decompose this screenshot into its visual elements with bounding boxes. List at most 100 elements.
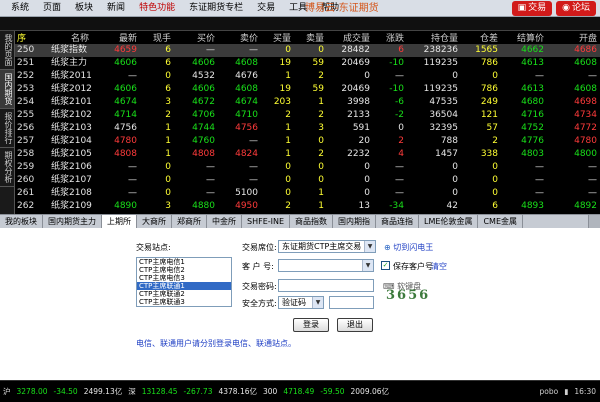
quote-cell-volume: 0 bbox=[364, 71, 370, 81]
column-header[interactable]: 买价 bbox=[174, 31, 218, 44]
quote-cell-oi: 119235 bbox=[423, 58, 458, 68]
exchange-tab[interactable]: 我的板块 bbox=[0, 215, 43, 228]
column-header[interactable]: 名称 bbox=[45, 31, 103, 44]
column-header[interactable]: 现手 bbox=[140, 31, 174, 44]
quote-row[interactable]: 254 纸浆2101 4674 3 4672 4674 203 1 3998 -6 47535 249… bbox=[15, 96, 600, 109]
quote-cell-last: 4756 bbox=[114, 123, 137, 133]
menu-item[interactable]: 页面 bbox=[36, 0, 68, 17]
quote-cell-settle: 4716 bbox=[521, 110, 544, 120]
menu-item[interactable]: 新闻 bbox=[100, 0, 132, 17]
site-item[interactable]: CTP主席电信1 bbox=[137, 258, 231, 266]
password-input[interactable] bbox=[278, 279, 374, 292]
column-header[interactable]: 成交量 bbox=[327, 31, 373, 44]
chevron-down-icon: ▼ bbox=[364, 241, 375, 252]
quote-cell-volume: 0 bbox=[364, 188, 370, 198]
quote-row[interactable]: 250 纸浆指数 4659 6— —0 0 28482 6 238236 1565 4662 4686 bbox=[15, 44, 600, 57]
site-item[interactable]: CTP主席联通1 bbox=[137, 282, 231, 290]
quote-cell-seq: 254 bbox=[17, 97, 35, 107]
side-tab[interactable]: 报价排行 bbox=[0, 109, 14, 148]
site-item[interactable]: CTP主席电信3 bbox=[137, 274, 231, 282]
site-item[interactable]: CTP主席联通3 bbox=[137, 298, 231, 306]
quote-cell-volume: 2133 bbox=[347, 110, 370, 120]
login-button[interactable]: 登录 bbox=[293, 318, 329, 332]
security-select[interactable]: 验证码 ▼ bbox=[278, 296, 324, 309]
column-header[interactable]: 最新 bbox=[103, 31, 140, 44]
exchange-tab[interactable]: 郑商所 bbox=[172, 215, 207, 228]
column-header[interactable]: 卖价 bbox=[218, 31, 261, 44]
quote-cell-ask: 5100 bbox=[235, 188, 258, 198]
account-input[interactable]: ▼ bbox=[278, 259, 374, 272]
column-header[interactable]: 开盘 bbox=[547, 31, 600, 44]
menu-item[interactable]: 东证期货专栏 bbox=[182, 0, 250, 17]
clear-link[interactable]: 清空 bbox=[431, 261, 447, 272]
exchange-tab[interactable]: LME伦敦金属 bbox=[419, 215, 479, 228]
quote-cell-settle: 4776 bbox=[521, 136, 544, 146]
quote-cell-volume: 20469 bbox=[341, 84, 370, 94]
quote-row[interactable]: 261 纸浆2108 — 0 — 5100 0 1 0 — 0 0 — — bbox=[15, 187, 600, 200]
quote-row[interactable]: 258 纸浆2105 4808 1 4808 4824 1 2 2232 4 1457 338 4803… bbox=[15, 148, 600, 161]
password-label: 交易密码: bbox=[242, 282, 277, 291]
column-header[interactable]: 涨跌 bbox=[373, 31, 407, 44]
quote-cell-vol-now: 1 bbox=[165, 136, 171, 146]
exchange-tab[interactable]: 国内期指 bbox=[333, 215, 377, 228]
exchange-tab[interactable]: SHFE-INE bbox=[242, 215, 291, 228]
quote-cell-last: 4606 bbox=[114, 58, 137, 68]
site-item[interactable]: CTP主席电信2 bbox=[137, 266, 231, 274]
site-list[interactable]: CTP主席电信1 CTP主席电信2 CTP主席电信3 CTP主席联通1 CTP主席联通2… bbox=[136, 257, 232, 307]
column-header[interactable]: 结算价 bbox=[501, 31, 547, 44]
side-tabs: 我的页面 国内期货 报价排行 期权分析 bbox=[0, 31, 15, 214]
quote-row[interactable]: 257 纸浆2104 4780 1 4760 — 1 0 20 2 788 2 4776 4780 bbox=[15, 135, 600, 148]
site-item[interactable]: CTP主席联通2 bbox=[137, 290, 231, 298]
quote-row[interactable]: 251 纸浆主力 4606 6 4606 4608 19 59 20469 -10 119235 78… bbox=[15, 57, 600, 70]
quote-cell-change: -6 bbox=[395, 97, 404, 107]
quote-cell-ask: 4710 bbox=[235, 110, 258, 120]
tab-scroll-button[interactable] bbox=[588, 215, 600, 228]
menu-item[interactable]: 板块 bbox=[68, 0, 100, 17]
side-tab[interactable]: 国内期货 bbox=[0, 70, 14, 109]
seat-label: 交易席位: bbox=[242, 243, 277, 252]
column-header[interactable]: 卖量 bbox=[294, 31, 327, 44]
side-tab[interactable]: 我的页面 bbox=[0, 31, 14, 70]
quote-cell-oi-diff: 338 bbox=[480, 149, 498, 159]
quote-cell-ask: 4608 bbox=[235, 58, 258, 68]
quote-row[interactable]: 252 纸浆2011 — 0 4532 4676 1 2 0 — 0 0 — — bbox=[15, 70, 600, 83]
quote-cell-open: — bbox=[588, 71, 597, 81]
quote-row[interactable]: 256 纸浆2103 4756 1 4744 4756 1 3 591 0 32395 57 4752 4… bbox=[15, 122, 600, 135]
quote-cell-bid-qty: 19 bbox=[279, 84, 291, 94]
seat-select[interactable]: 东证期货CTP主席交易 ▼ bbox=[278, 240, 376, 253]
quote-row[interactable]: 260 纸浆2107 — 0 — — 0 0 0 — 0 0 — — bbox=[15, 174, 600, 187]
forum-button[interactable]: ◉ 论坛 bbox=[556, 1, 596, 16]
exit-button[interactable]: 退出 bbox=[337, 318, 373, 332]
quote-row[interactable]: 262 纸浆2109 4890 3 4880 4950 2 1 13 -34 42 6 4893 4892 bbox=[15, 200, 600, 213]
exchange-tab[interactable]: CME金属 bbox=[478, 215, 524, 228]
column-header[interactable]: 仓差 bbox=[461, 31, 501, 44]
menu-item[interactable]: 系统 bbox=[4, 0, 36, 17]
notice-link[interactable]: 电信、联通用户请分别登录电信、联通站点。 bbox=[136, 338, 296, 349]
quote-row[interactable]: 259 纸浆2106 — 0 — — 0 0 0 — 0 0 — — bbox=[15, 161, 600, 174]
column-header[interactable]: 序 bbox=[15, 31, 45, 44]
save-account-checkbox[interactable]: ✓ bbox=[381, 261, 390, 270]
quote-row[interactable]: 253 纸浆2012 4606 6 4606 4608 19 59 20469 -10 119235… bbox=[15, 83, 600, 96]
exchange-tab[interactable]: 商品指数 bbox=[290, 215, 334, 228]
menu-item[interactable]: 特色功能 bbox=[132, 0, 182, 17]
menu-item[interactable]: 交易 bbox=[250, 0, 282, 17]
side-tab[interactable]: 期权分析 bbox=[0, 148, 14, 187]
exchange-tab[interactable]: 中金所 bbox=[207, 215, 242, 228]
quote-row[interactable]: 255 纸浆2102 4714 2 4706 4710 2 2 2133 -2 36504 121 47… bbox=[15, 109, 600, 122]
column-header[interactable]: 买量 bbox=[261, 31, 294, 44]
captcha-input[interactable] bbox=[329, 296, 374, 309]
column-header[interactable]: 持仓量 bbox=[407, 31, 461, 44]
switch-link[interactable]: ⊕ 切到闪电王 bbox=[384, 242, 433, 253]
quote-cell-last: 4674 bbox=[114, 97, 137, 107]
quote-cell-ask: — bbox=[218, 44, 261, 57]
quote-cell-bid-qty: 1 bbox=[285, 71, 291, 81]
trade-button[interactable]: ▣ 交易 bbox=[511, 1, 553, 16]
exchange-tab[interactable]: 国内期货主力 bbox=[43, 215, 102, 228]
quote-cell-oi-diff: 0 bbox=[492, 162, 498, 172]
exchange-tab[interactable]: 上期所 bbox=[102, 215, 137, 228]
exchange-tab[interactable]: 大商所 bbox=[137, 215, 172, 228]
quote-cell-last: — bbox=[128, 162, 137, 172]
captcha-image[interactable]: 3656 bbox=[386, 288, 430, 308]
status-right: pobo ▮ 16:30 bbox=[540, 387, 596, 396]
exchange-tab[interactable]: 商品连指 bbox=[376, 215, 420, 228]
